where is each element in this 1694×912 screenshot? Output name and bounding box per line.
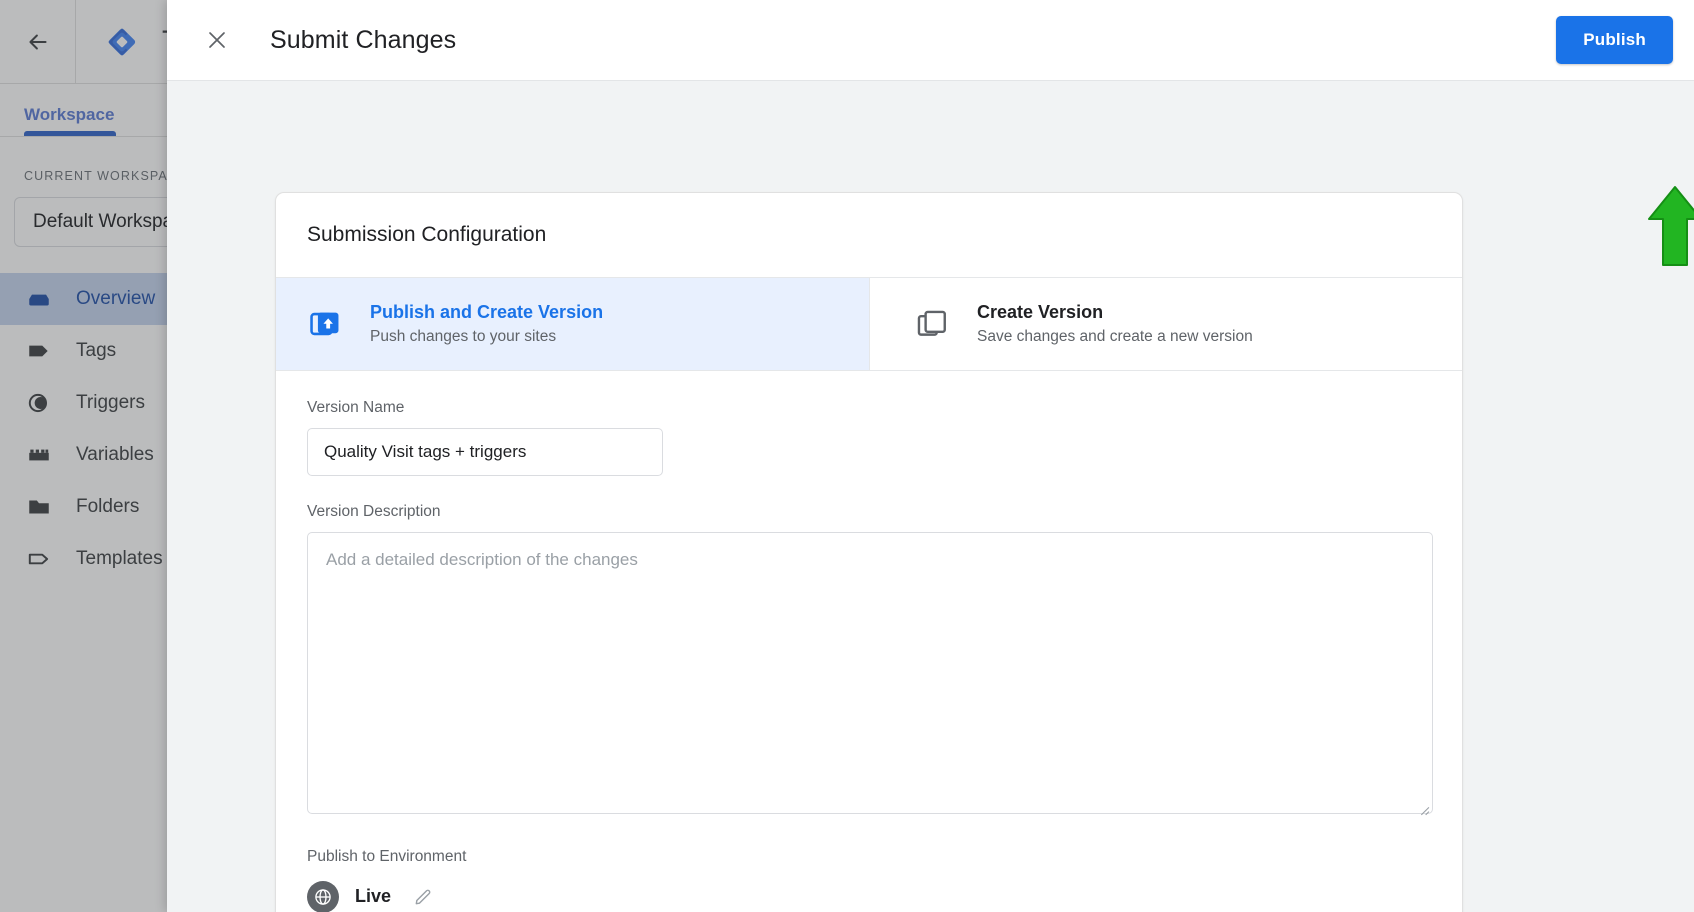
sidebar-item-variables[interactable]: Variables: [0, 429, 182, 481]
submission-configuration-card: Submission Configuration Publish and Cre…: [275, 192, 1463, 912]
version-name-label: Version Name: [307, 398, 405, 416]
card-title: Submission Configuration: [307, 223, 547, 246]
version-description-wrap: [307, 531, 1433, 819]
sidebar-item-folders[interactable]: Folders: [0, 481, 182, 533]
mode-title: Publish and Create Version: [370, 302, 604, 322]
submission-form: Version Name Version Description Publish…: [276, 371, 1462, 912]
app-tabbar: Workspace: [0, 84, 182, 137]
folder-icon: [26, 494, 66, 520]
mode-text: Create Version Save changes and create a…: [977, 300, 1253, 348]
overview-icon: [26, 286, 66, 312]
sidebar-nav: Overview Tags Triggers Variables Folders…: [0, 273, 182, 585]
submission-mode-selector: Publish and Create Version Push changes …: [276, 277, 1462, 371]
sidebar-item-label: Overview: [76, 288, 156, 309]
variable-icon: [26, 442, 66, 468]
environment-name: Live: [355, 886, 392, 907]
page-title: Submit Changes: [270, 25, 457, 54]
mode-title: Create Version: [977, 302, 1104, 322]
modal-body: Submission Configuration Publish and Cre…: [167, 81, 1694, 912]
version-name-input[interactable]: [307, 427, 663, 476]
screen-root: Tag Workspace CURRENT WORKSPACE Default …: [0, 0, 1694, 912]
modal-header: Submit Changes Publish: [167, 0, 1694, 81]
publish-to-environment-label: Publish to Environment: [307, 847, 467, 865]
publish-button[interactable]: Publish: [1556, 16, 1673, 64]
close-icon[interactable]: [195, 18, 239, 62]
sidebar-item-label: Tags: [76, 340, 117, 361]
app-topbar: Tag: [0, 0, 182, 84]
trigger-icon: [26, 390, 66, 416]
field-gap: [307, 476, 1431, 503]
mode-subtitle: Push changes to your sites: [370, 328, 557, 346]
mode-create-version[interactable]: Create Version Save changes and create a…: [869, 278, 1462, 370]
sidebar-item-label: Folders: [76, 496, 140, 517]
template-icon: [26, 546, 66, 572]
google-tag-manager-logo: [100, 20, 144, 64]
sidebar-item-label: Variables: [76, 444, 154, 465]
sidebar-item-label: Templates: [76, 548, 163, 569]
sidebar-item-tags[interactable]: Tags: [0, 325, 182, 377]
app-sidebar: CURRENT WORKSPACE Default Workspace Over…: [0, 137, 182, 912]
version-description-label: Version Description: [307, 502, 441, 520]
back-arrow-icon[interactable]: [0, 0, 76, 84]
sidebar-item-triggers[interactable]: Triggers: [0, 377, 182, 429]
tab-workspace[interactable]: Workspace: [24, 105, 117, 136]
mode-text: Publish and Create Version Push changes …: [370, 300, 603, 348]
environment-row: Live: [307, 880, 1431, 912]
publish-upload-icon: [307, 306, 343, 342]
version-description-textarea[interactable]: [307, 531, 1433, 814]
sidebar-item-label: Triggers: [76, 392, 145, 413]
sidebar-item-templates[interactable]: Templates: [0, 533, 182, 585]
mode-publish-and-create-version[interactable]: Publish and Create Version Push changes …: [276, 278, 869, 370]
globe-environment-icon: [307, 880, 339, 912]
sidebar-item-overview[interactable]: Overview: [0, 273, 182, 325]
copy-version-icon: [914, 306, 950, 342]
pencil-edit-icon[interactable]: [409, 883, 437, 911]
up-arrow-annotation: [1647, 185, 1694, 267]
submit-changes-modal: Submit Changes Publish Submission Config…: [167, 0, 1694, 912]
tag-icon: [26, 338, 66, 364]
mode-subtitle: Save changes and create a new version: [977, 328, 1253, 346]
background-app: Tag Workspace CURRENT WORKSPACE Default …: [0, 0, 182, 912]
current-workspace-chip[interactable]: Default Workspace: [14, 197, 182, 247]
sidebar-section-label: CURRENT WORKSPACE: [24, 169, 182, 183]
current-workspace-name: Default Workspace: [33, 211, 182, 232]
